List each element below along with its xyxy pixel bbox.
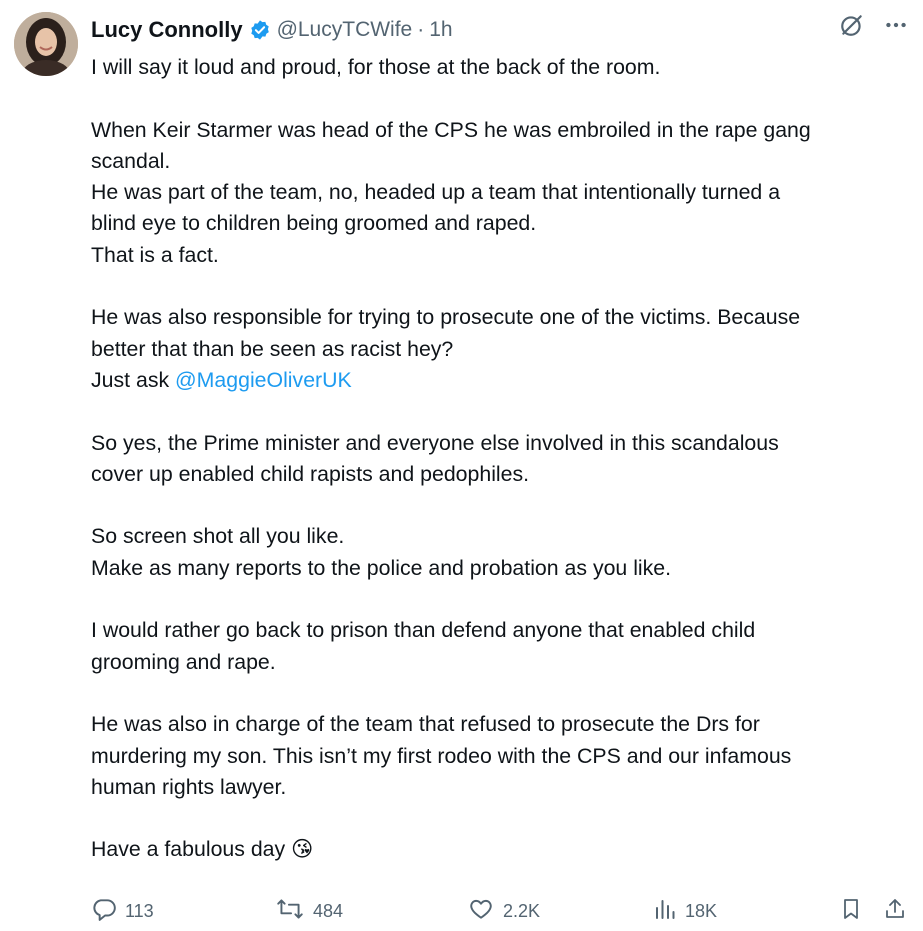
tweet-line: grooming and rape.: [91, 649, 276, 674]
tweet-top-actions: [839, 12, 909, 38]
tweet-line: So screen shot all you like.: [91, 524, 345, 549]
tweet-line: cover up enabled child rapists and pedop…: [91, 461, 530, 486]
reply-icon: [91, 896, 117, 927]
closing-line: Have a fabulous day 😘: [91, 834, 916, 865]
reply-button[interactable]: 113: [91, 896, 154, 927]
kiss-emoji: 😘: [291, 837, 314, 862]
action-bar: 113 484 2.2K 18K: [91, 896, 911, 928]
share-button[interactable]: [883, 896, 907, 927]
tweet-line: He was also responsible for trying to pr…: [91, 305, 801, 330]
tweet-line: So yes, the Prime minister and everyone …: [91, 430, 779, 455]
tweet-line: human rights lawyer.: [91, 774, 287, 799]
views-button[interactable]: 18K: [653, 896, 717, 927]
just-ask-line: Just ask @MaggieOliverUK: [91, 365, 916, 396]
tweet-line: Make as many reports to the police and p…: [91, 555, 672, 580]
just-ask-prefix: Just ask: [91, 367, 176, 392]
avatar-image: [14, 12, 78, 76]
like-button[interactable]: 2.2K: [467, 896, 540, 927]
separator-dot: ·: [417, 18, 425, 41]
tweet-line: better that than be seen as racist hey?: [91, 336, 454, 361]
verified-badge-icon: [249, 19, 271, 41]
like-icon: [467, 896, 495, 927]
like-count: 2.2K: [503, 901, 541, 921]
grok-icon[interactable]: [839, 12, 865, 38]
tweet-line: blind eye to children being groomed and …: [91, 211, 537, 236]
repost-button[interactable]: 484: [275, 896, 343, 927]
tweet-line: He was also in charge of the team that r…: [91, 712, 760, 737]
tweet-line: I would rather go back to prison than de…: [91, 618, 756, 643]
tweet-line: I will say it loud and proud, for those …: [91, 55, 661, 79]
repost-icon: [275, 896, 305, 927]
views-icon: [653, 896, 677, 927]
tweet-line: When Keir Starmer was head of the CPS he…: [91, 117, 811, 142]
avatar[interactable]: [14, 12, 78, 76]
bookmark-button[interactable]: [839, 896, 863, 927]
reply-count: 113: [125, 901, 154, 921]
bookmark-icon: [839, 896, 863, 927]
mention-link[interactable]: @MaggieOliverUK: [175, 368, 352, 392]
tweet-header: Lucy Connolly @LucyTCWife · 1h: [91, 14, 909, 46]
tweet-line: That is a fact.: [91, 242, 219, 267]
timestamp[interactable]: 1h: [429, 18, 452, 42]
author-handle[interactable]: @LucyTCWife: [277, 18, 413, 42]
views-count: 18K: [685, 901, 718, 921]
closing-text: Have a fabulous day: [91, 837, 286, 862]
tweet-text: I will say it loud and proud, for those …: [91, 52, 916, 866]
tweet-line: He was part of the team, no, headed up a…: [91, 180, 781, 205]
more-icon[interactable]: [883, 12, 909, 38]
share-icon: [883, 896, 907, 927]
tweet-line: scandal.: [91, 148, 171, 173]
tweet-line: murdering my son. This isn’t my first ro…: [91, 743, 792, 768]
repost-count: 484: [313, 901, 344, 921]
author-name[interactable]: Lucy Connolly: [91, 17, 243, 43]
